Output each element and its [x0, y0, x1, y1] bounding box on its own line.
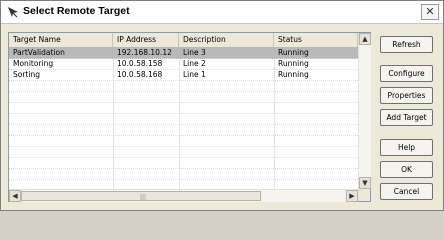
configure-button[interactable]: Configure	[380, 65, 433, 82]
grip-icon: |||	[140, 194, 147, 201]
window-title: Select Remote Target	[23, 5, 130, 17]
scroll-left-button[interactable]: ◀	[9, 190, 21, 202]
refresh-button[interactable]: Refresh	[380, 36, 433, 53]
cell-ip-address: 192.168.10.12	[117, 48, 172, 57]
cell-target-name: PartValidation	[13, 48, 65, 57]
scroll-up-button[interactable]: ▲	[359, 33, 371, 45]
cell-ip-address: 10.0.58.158	[117, 59, 163, 68]
target-list[interactable]: Target Name IP Address Description Statu…	[8, 32, 371, 202]
column-header-status[interactable]: Status	[274, 33, 358, 47]
select-remote-target-dialog: Select Remote Target ✕ Target Name IP Ad…	[0, 0, 444, 211]
column-header-description[interactable]: Description	[179, 33, 274, 47]
arrow-left-icon: ◀	[12, 192, 18, 200]
column-header-target-name[interactable]: Target Name	[9, 33, 113, 47]
cell-description: Line 1	[183, 70, 206, 79]
list-rows: PartValidation 192.168.10.12 Line 3 Runn…	[9, 47, 358, 189]
empty-row	[9, 179, 358, 189]
cell-status: Running	[278, 48, 309, 57]
cell-target-name: Monitoring	[13, 59, 54, 68]
list-header: Target Name IP Address Description Statu…	[9, 33, 358, 48]
ok-button[interactable]: OK	[380, 161, 433, 178]
properties-button[interactable]: Properties	[380, 87, 433, 104]
target-icon	[8, 7, 18, 18]
arrow-down-icon: ▼	[362, 179, 368, 187]
help-button[interactable]: Help	[380, 139, 433, 156]
add-target-button[interactable]: Add Target	[380, 109, 433, 126]
cell-ip-address: 10.0.58.168	[117, 70, 163, 79]
cancel-button[interactable]: Cancel	[380, 183, 433, 200]
cell-status: Running	[278, 70, 309, 79]
vertical-scrollbar[interactable]: ▲ ▼	[358, 33, 371, 189]
arrow-up-icon: ▲	[362, 35, 368, 43]
column-header-ip-address[interactable]: IP Address	[113, 33, 179, 47]
horizontal-scrollbar[interactable]: ◀ ||| ▶	[9, 189, 358, 202]
title-bar[interactable]: Select Remote Target ✕	[1, 1, 443, 24]
close-button[interactable]: ✕	[421, 4, 439, 20]
scroll-right-button[interactable]: ▶	[346, 190, 358, 202]
cell-target-name: Sorting	[13, 70, 40, 79]
scrollbar-corner	[358, 189, 370, 201]
cell-description: Line 3	[183, 48, 206, 57]
close-icon: ✕	[425, 5, 435, 18]
horizontal-scroll-thumb[interactable]: |||	[21, 191, 261, 201]
arrow-right-icon: ▶	[349, 192, 355, 200]
cell-description: Line 2	[183, 59, 206, 68]
scroll-down-button[interactable]: ▼	[359, 177, 371, 189]
cell-status: Running	[278, 59, 309, 68]
